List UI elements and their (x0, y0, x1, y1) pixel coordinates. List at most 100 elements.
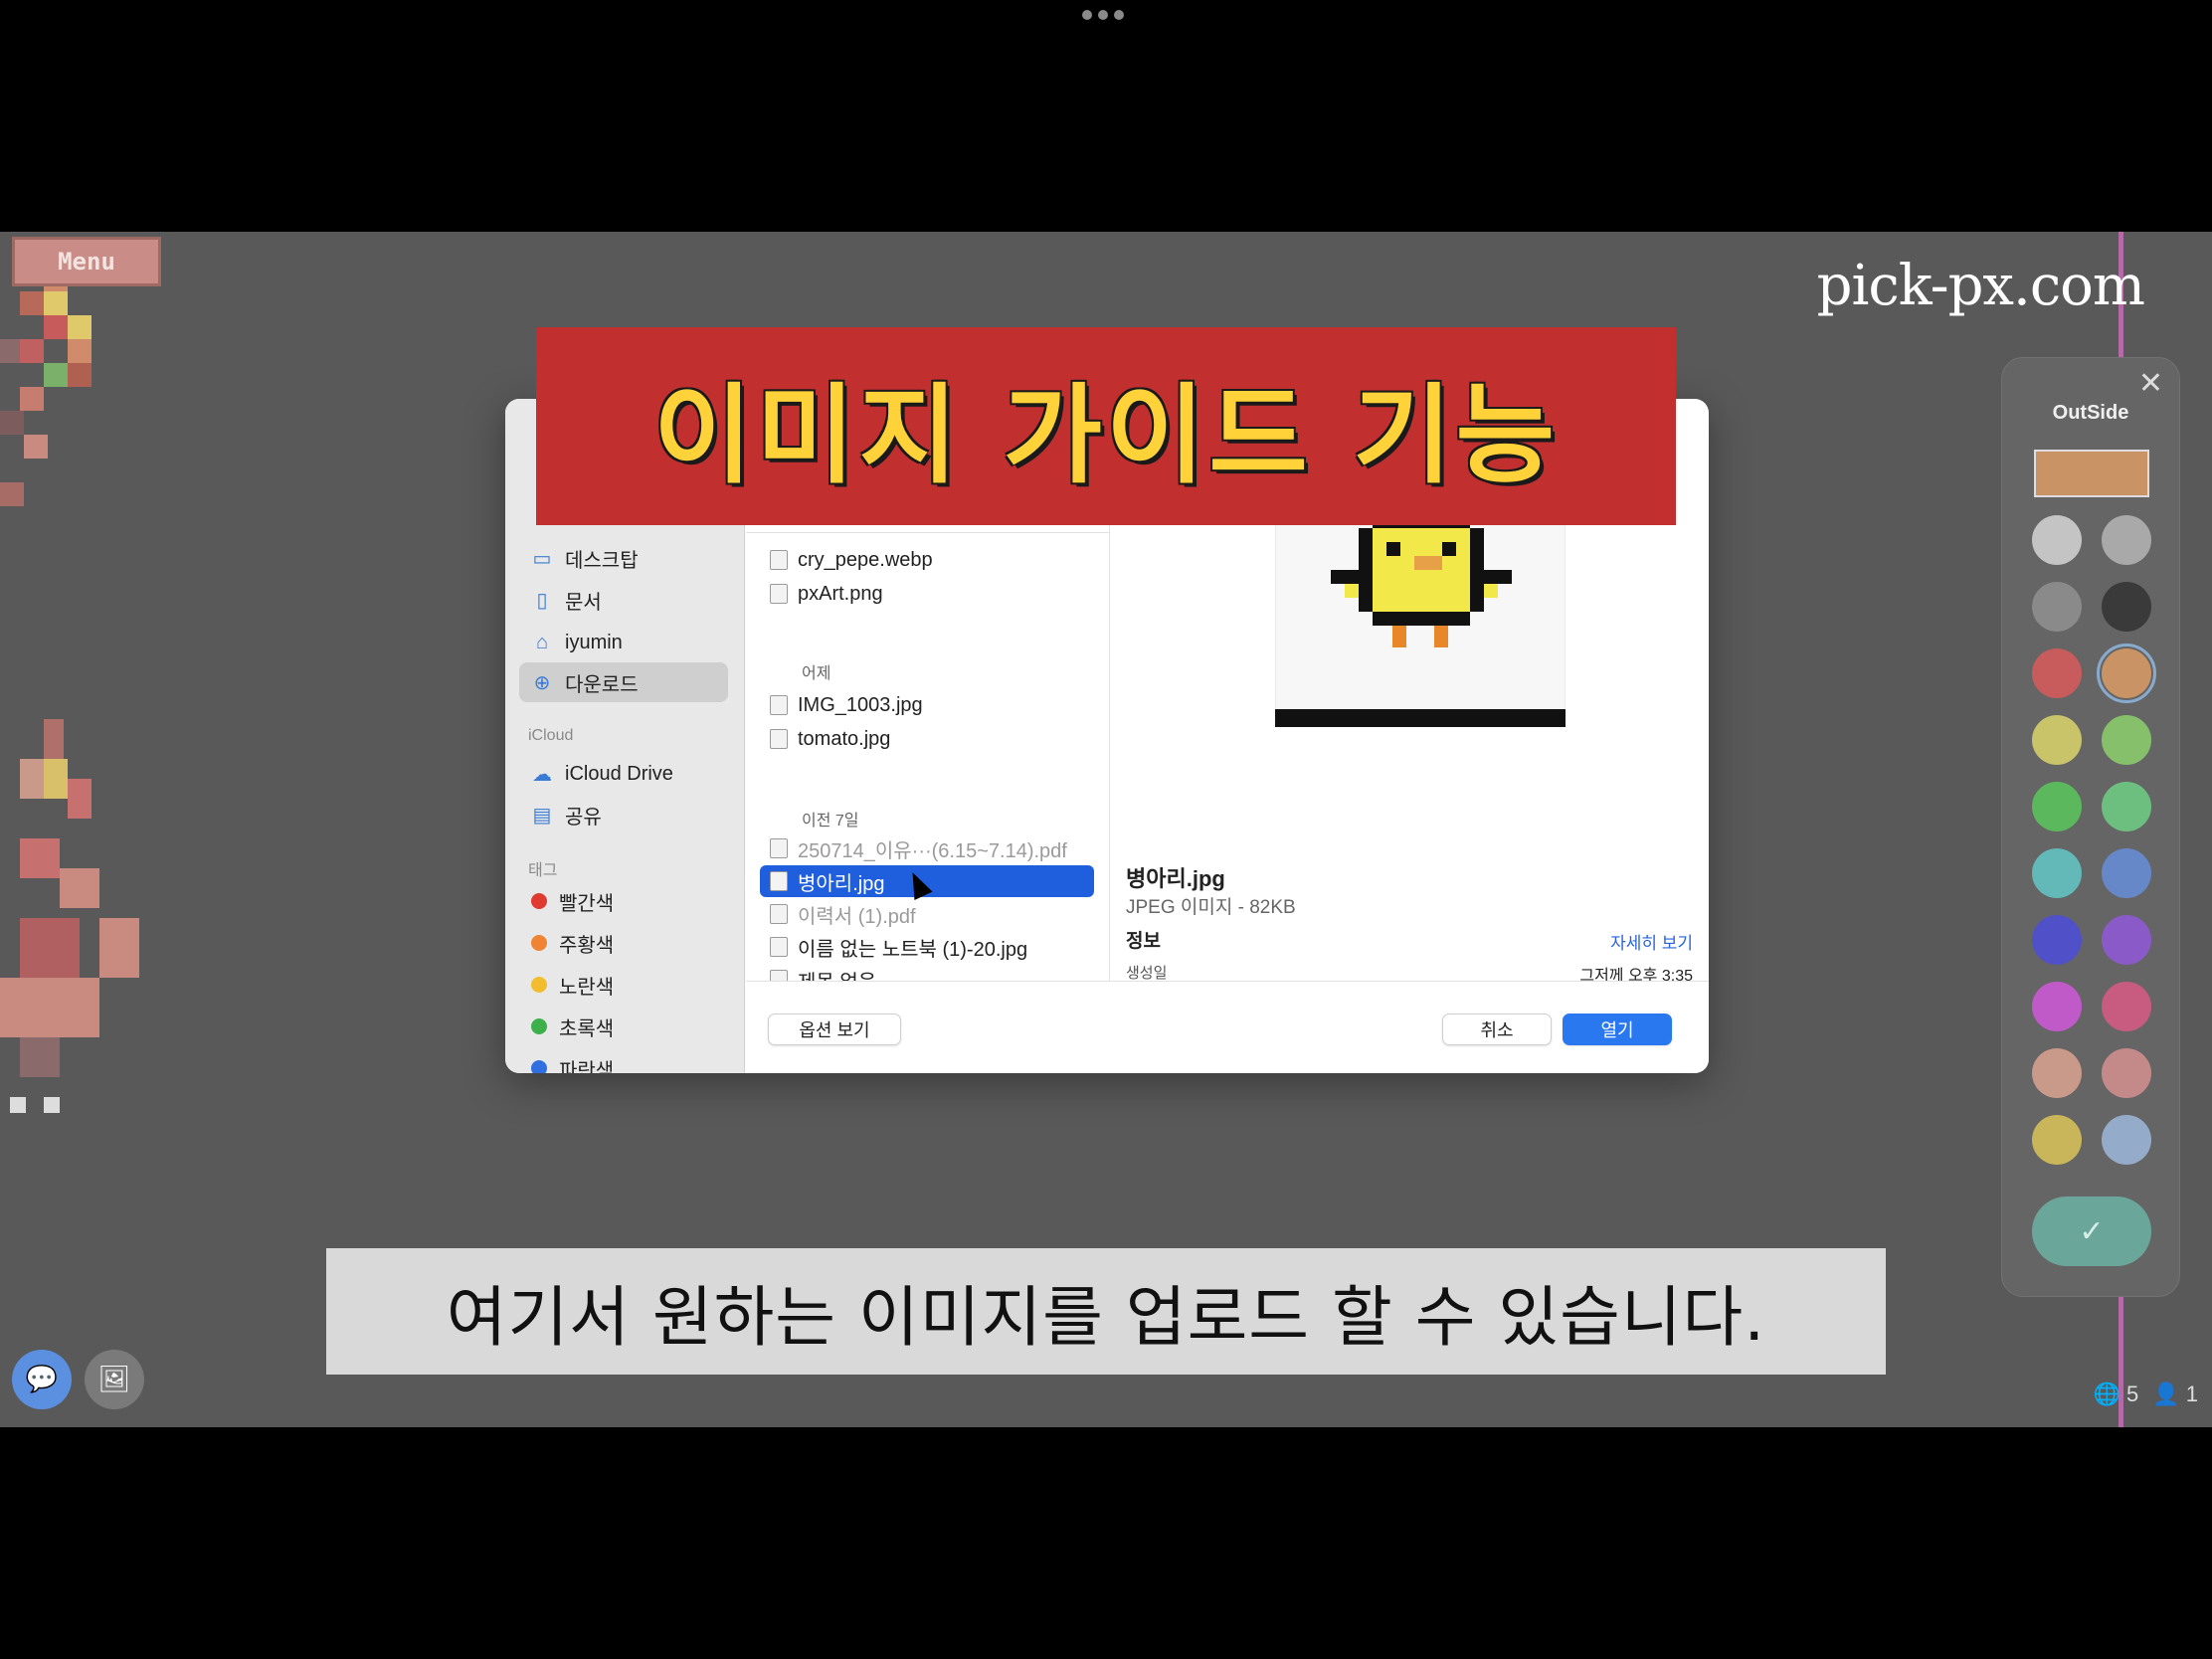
stats: 🌐 5 👤 1 (2093, 1382, 2198, 1407)
sidebar-item-fav-3[interactable]: ⊕ 다운로드 (519, 662, 728, 702)
watermark: pick-px.com (1816, 254, 2145, 318)
tag-dot-icon (531, 1060, 547, 1073)
close-icon[interactable]: ✕ (2138, 366, 2163, 401)
file-name: 이력서 (1).pdf (798, 905, 916, 928)
file-icon (770, 550, 788, 570)
title-banner: 이미지 가이드 기능 (536, 327, 1676, 525)
file-name: 이름 없는 노트북 (1)-20.jpg (798, 938, 1028, 961)
sidebar-tag[interactable]: 파란색 (519, 1048, 728, 1073)
color-swatch[interactable] (2032, 1115, 2082, 1165)
user-count: 1 (2185, 1382, 2198, 1406)
file-name: pxArt.png (798, 582, 883, 605)
color-swatch[interactable] (2032, 715, 2082, 765)
file-row[interactable]: tomato.jpg (760, 723, 1094, 755)
file-row[interactable]: 이력서 (1).pdf (760, 898, 1094, 930)
shared-folder-icon: ▤ (532, 804, 552, 827)
file-icon (770, 584, 788, 604)
sidebar-item-label: 데스크탑 (565, 549, 639, 572)
color-swatch[interactable] (2102, 515, 2151, 565)
file-row[interactable]: 250714_이유···(6.15~7.14).pdf (760, 832, 1094, 864)
tag-dot-icon (531, 893, 547, 909)
color-swatch[interactable] (2102, 715, 2151, 765)
color-swatch[interactable] (2032, 848, 2082, 898)
sidebar-tag[interactable]: 노란색 (519, 965, 728, 1005)
desktop-icon: ▭ (532, 547, 552, 570)
sidebar-item-label: 문서 (565, 591, 602, 614)
current-color-swatch (2034, 450, 2149, 497)
online-count: 5 (2125, 1382, 2139, 1406)
tag-dot-icon (531, 977, 547, 993)
file-name: 병아리.jpg (798, 872, 885, 895)
color-swatch[interactable] (2102, 582, 2151, 632)
file-icon (770, 970, 788, 981)
tag-label: 파란색 (559, 1059, 615, 1074)
palette-title: OutSide (2052, 402, 2129, 424)
file-icon (770, 871, 788, 891)
sidebar-tag[interactable]: 빨간색 (519, 881, 728, 921)
check-icon: ✓ (2079, 1213, 2105, 1249)
sidebar-item-label: 다운로드 (565, 673, 639, 696)
file-row[interactable]: 이름 없는 노트북 (1)-20.jpg (760, 931, 1094, 963)
sidebar-item-label: 공유 (565, 806, 602, 829)
file-icon (770, 937, 788, 957)
more-dots-icon[interactable] (1082, 10, 1124, 20)
file-row[interactable]: cry_pepe.webp (760, 544, 1094, 576)
open-button[interactable]: 열기 (1563, 1014, 1672, 1045)
sidebar-item-label: iCloud Drive (565, 762, 673, 785)
download-icon: ⊕ (533, 671, 551, 694)
preview-file-name: 병아리.jpg (1126, 866, 1225, 891)
tag-dot-icon (531, 935, 547, 951)
dialog-footer: 옵션 보기 취소 열기 (746, 981, 1709, 1073)
color-swatch[interactable] (2102, 982, 2151, 1031)
created-label: 생성일 (1126, 965, 1168, 982)
globe-icon: 🌐 (2093, 1382, 2120, 1406)
color-swatch[interactable] (2102, 1048, 2151, 1098)
more-info-link[interactable]: 자세히 보기 (1610, 929, 1693, 954)
file-row[interactable]: IMG_1003.jpg (760, 689, 1094, 721)
file-group-header: 이전 7일 (802, 813, 859, 830)
color-swatch[interactable] (2102, 1115, 2151, 1165)
color-swatch[interactable] (2102, 915, 2151, 965)
file-name: cry_pepe.webp (798, 548, 933, 571)
show-options-button[interactable]: 옵션 보기 (768, 1014, 901, 1045)
sidebar-item-icloud-1[interactable]: ▤ 공유 (519, 795, 728, 834)
document-icon: ▯ (536, 589, 548, 612)
confirm-button[interactable]: ✓ (2032, 1197, 2151, 1266)
chat-button[interactable]: 💬 (12, 1350, 72, 1409)
menu-button[interactable]: Menu (12, 237, 161, 286)
color-swatch[interactable] (2097, 644, 2156, 703)
sidebar-item-icloud-0[interactable]: ☁ iCloud Drive (519, 754, 728, 794)
color-swatch[interactable] (2032, 582, 2082, 632)
file-row[interactable]: 제목 없음 ... (760, 964, 1094, 981)
sidebar-item-fav-1[interactable]: ▯ 문서 (519, 580, 728, 620)
color-swatch[interactable] (2032, 515, 2082, 565)
subtitle-caption: 여기서 원하는 이미지를 업로드 할 수 있습니다. (326, 1248, 1886, 1375)
home-icon: ⌂ (535, 631, 549, 653)
color-palette-panel: ✕ OutSide ✓ (2001, 357, 2180, 1297)
file-icon (770, 729, 788, 749)
image-guide-button[interactable]: 🖼 (85, 1350, 144, 1409)
color-swatch[interactable] (2032, 648, 2082, 698)
file-name: IMG_1003.jpg (798, 693, 923, 716)
color-swatch[interactable] (2032, 915, 2082, 965)
sidebar-tag[interactable]: 주황색 (519, 923, 728, 963)
sidebar-item-fav-2[interactable]: ⌂ iyumin (519, 623, 728, 662)
color-swatch[interactable] (2032, 982, 2082, 1031)
color-swatch[interactable] (2032, 1048, 2082, 1098)
banner-text: 이미지 가이드 기능 (652, 373, 1560, 498)
sidebar-item-label: iyumin (565, 631, 623, 653)
cancel-button[interactable]: 취소 (1442, 1014, 1552, 1045)
subtitle-text: 여기서 원하는 이미지를 업로드 할 수 있습니다. (446, 1278, 1766, 1356)
file-row[interactable]: pxArt.png (760, 578, 1094, 610)
file-icon (770, 695, 788, 715)
color-swatch[interactable] (2032, 782, 2082, 831)
sidebar-item-fav-0[interactable]: ▭ 데스크탑 (519, 538, 728, 578)
screen: Menu pick-px.com ✕ OutSide ✓ 💬 🖼 🌐 5 👤 1… (0, 0, 2212, 1659)
file-group-header: 어제 (802, 665, 831, 682)
sidebar-tag[interactable]: 초록색 (519, 1007, 728, 1046)
file-icon (770, 838, 788, 858)
tag-label: 초록색 (559, 1017, 615, 1040)
color-swatch[interactable] (2102, 848, 2151, 898)
color-swatch[interactable] (2102, 782, 2151, 831)
divider (746, 532, 1109, 533)
